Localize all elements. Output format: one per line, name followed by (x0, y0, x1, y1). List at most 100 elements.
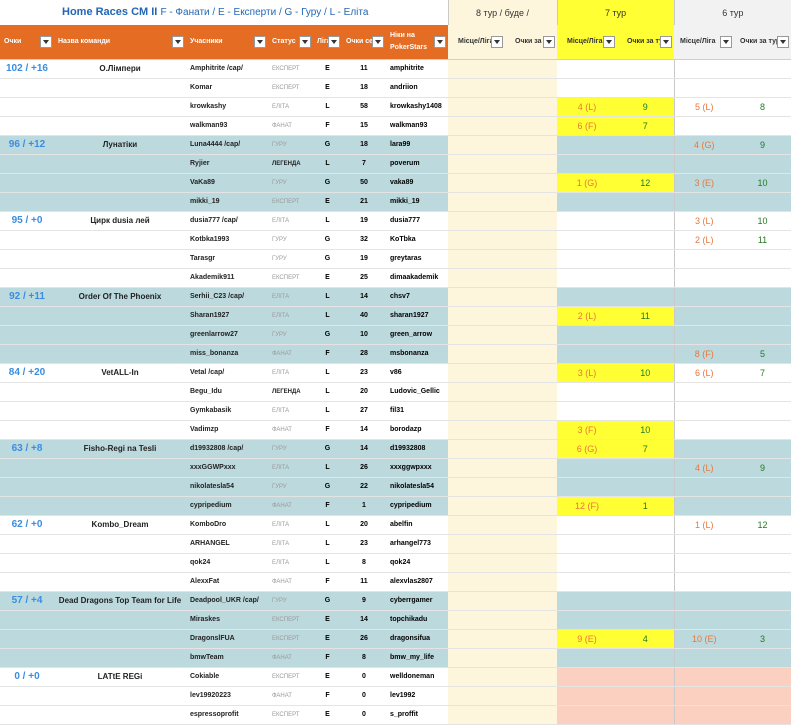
r8-points-cell[interactable] (505, 363, 557, 383)
league-cell[interactable]: F (313, 344, 342, 364)
r7-place-cell[interactable] (557, 610, 617, 630)
r6-place-cell[interactable]: 5 (L) (673, 97, 735, 117)
pokerstars-nick-cell[interactable]: xxxggwpxxx (386, 458, 448, 478)
league-cell[interactable]: E (313, 59, 342, 79)
r7-place-cell[interactable]: 6 (F) (557, 116, 617, 136)
participant-cell[interactable]: KomboDro (186, 515, 268, 535)
r6-place-cell[interactable] (673, 705, 735, 725)
season-points-cell[interactable]: 27 (342, 401, 386, 421)
participant-cell[interactable]: cypripedium (186, 496, 268, 516)
league-cell[interactable]: L (313, 211, 342, 231)
r7-points-cell[interactable] (617, 192, 675, 212)
r8-points-cell[interactable] (505, 306, 557, 326)
season-points-cell[interactable]: 0 (342, 686, 386, 706)
r6-points-cell[interactable] (734, 686, 791, 706)
season-points-cell[interactable]: 1 (342, 496, 386, 516)
r7-points-cell[interactable] (617, 287, 675, 307)
r8-place-cell[interactable] (448, 116, 505, 136)
table-row[interactable]: miss_bonanza ФАНАТ F 28 msbonanza 8 (F) 5 (0, 344, 791, 364)
table-row[interactable]: Miraskes ЕКСПЕРТ E 14 topchikadu (0, 610, 791, 630)
pokerstars-nick-cell[interactable]: qok24 (386, 553, 448, 573)
team-points-cell[interactable]: 84 / +20 (0, 363, 54, 383)
r7-place-cell[interactable] (557, 667, 617, 687)
team-name-cell[interactable]: VetALL-In (54, 363, 186, 383)
pokerstars-nick-cell[interactable]: borodazp (386, 420, 448, 440)
r7-points-cell[interactable] (617, 382, 675, 402)
team-points-cell[interactable]: 57 / +4 (0, 591, 54, 611)
table-row[interactable]: cypripedium ФАНАТ F 1 cypripedium 12 (F) 1 (0, 496, 791, 516)
league-cell[interactable]: E (313, 610, 342, 630)
league-cell[interactable]: L (313, 382, 342, 402)
table-row[interactable]: 63 / +8 Fisho-Regi na Tesli d19932808 /cap… (0, 439, 791, 459)
r6-place-cell[interactable] (673, 154, 735, 174)
team-name-cell[interactable] (54, 705, 186, 725)
participant-cell[interactable]: Gymkabasik (186, 401, 268, 421)
participant-cell[interactable]: AlexxFat (186, 572, 268, 592)
r6-place-cell[interactable] (673, 667, 735, 687)
team-points-cell[interactable]: 0 / +0 (0, 667, 54, 687)
table-row[interactable]: AlexxFat ФАНАТ F 11 alexvlas2807 (0, 572, 791, 592)
team-points-cell[interactable] (0, 230, 54, 250)
season-points-cell[interactable]: 23 (342, 534, 386, 554)
r6-place-cell[interactable] (673, 401, 735, 421)
season-points-cell[interactable]: 8 (342, 553, 386, 573)
team-points-cell[interactable]: 92 / +11 (0, 287, 54, 307)
league-cell[interactable]: G (313, 325, 342, 345)
r7-place-cell[interactable] (557, 192, 617, 212)
status-cell[interactable]: ФАНАТ (268, 116, 313, 136)
filter-dropdown-icon[interactable] (434, 36, 446, 48)
season-points-cell[interactable]: 11 (342, 59, 386, 79)
r8-place-cell[interactable] (448, 629, 505, 649)
r7-points-cell[interactable] (617, 515, 675, 535)
participant-cell[interactable]: Amphitrite /cap/ (186, 59, 268, 79)
r7-points-cell[interactable]: 7 (617, 116, 675, 136)
status-cell[interactable]: ГУРУ (268, 591, 313, 611)
r6-points-cell[interactable] (734, 439, 791, 459)
r8-points-cell[interactable] (505, 116, 557, 136)
r7-points-cell[interactable] (617, 211, 675, 231)
status-cell[interactable]: ЕКСПЕРТ (268, 629, 313, 649)
pokerstars-nick-cell[interactable]: vaka89 (386, 173, 448, 193)
team-points-cell[interactable] (0, 534, 54, 554)
season-points-cell[interactable]: 40 (342, 306, 386, 326)
r7-points-cell[interactable] (617, 610, 675, 630)
r6-place-cell[interactable] (673, 572, 735, 592)
r8-points-cell[interactable] (505, 135, 557, 155)
r8-place-cell[interactable] (448, 705, 505, 725)
r6-points-cell[interactable] (734, 553, 791, 573)
team-points-cell[interactable] (0, 458, 54, 478)
r7-place-cell[interactable] (557, 591, 617, 611)
r6-points-cell[interactable] (734, 534, 791, 554)
pokerstars-nick-cell[interactable]: greytaras (386, 249, 448, 269)
r7-place-cell[interactable] (557, 135, 617, 155)
team-name-cell[interactable] (54, 382, 186, 402)
status-cell[interactable]: ЕЛІТА (268, 534, 313, 554)
participant-cell[interactable]: Cokiable (186, 667, 268, 687)
r8-place-cell[interactable] (448, 325, 505, 345)
r7-place-cell[interactable] (557, 534, 617, 554)
r8-points-cell[interactable] (505, 78, 557, 98)
status-cell[interactable]: ЕЛІТА (268, 401, 313, 421)
team-name-cell[interactable] (54, 344, 186, 364)
pokerstars-nick-cell[interactable]: msbonanza (386, 344, 448, 364)
r8-points-cell[interactable] (505, 344, 557, 364)
team-points-cell[interactable] (0, 382, 54, 402)
status-cell[interactable]: ФАНАТ (268, 420, 313, 440)
r6-place-cell[interactable] (673, 686, 735, 706)
pokerstars-nick-cell[interactable]: abelfin (386, 515, 448, 535)
table-row[interactable]: Akademik911 ЕКСПЕРТ E 25 dimaakademik (0, 268, 791, 288)
filter-dropdown-icon[interactable] (372, 36, 384, 48)
table-row[interactable]: 92 / +11 Order Of The Phoenix Serhii_C23 /… (0, 287, 791, 307)
participant-cell[interactable]: xxxGGWPxxx (186, 458, 268, 478)
r7-points-cell[interactable] (617, 458, 675, 478)
table-row[interactable]: 84 / +20 VetALL-In Vetal /cap/ЕЛІТА L 23 v86 3… (0, 363, 791, 383)
r8-place-cell[interactable] (448, 496, 505, 516)
participant-cell[interactable]: Vetal /cap/ (186, 363, 268, 383)
team-points-cell[interactable] (0, 420, 54, 440)
r7-points-cell[interactable] (617, 648, 675, 668)
r7-place-cell[interactable] (557, 401, 617, 421)
season-points-cell[interactable]: 9 (342, 591, 386, 611)
status-cell[interactable]: ФАНАТ (268, 686, 313, 706)
season-points-cell[interactable]: 10 (342, 325, 386, 345)
r6-place-cell[interactable] (673, 439, 735, 459)
